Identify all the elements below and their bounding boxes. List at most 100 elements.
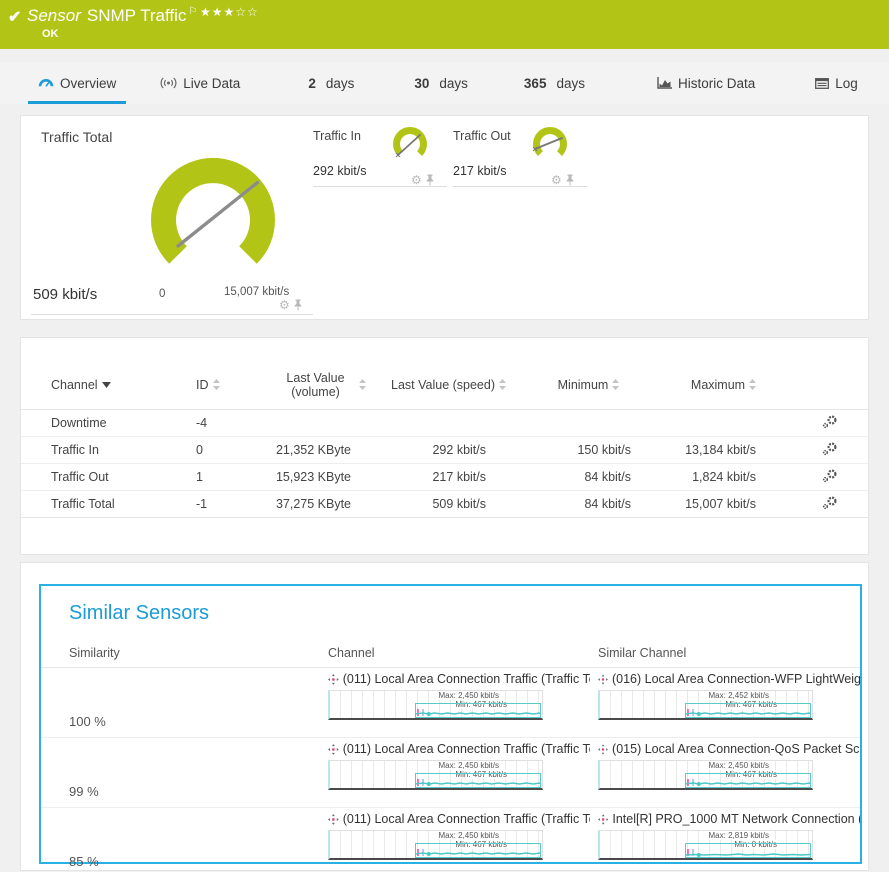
similar-channel-mini-graph[interactable]: Max: 2,452 kbit/s Min: 467 kbit/s bbox=[598, 690, 813, 720]
channel-settings-icon[interactable] bbox=[822, 415, 838, 429]
similar-sensor-row: 100 % (011) Local Area Connection Traffi… bbox=[41, 668, 860, 738]
tab-historic-data[interactable]: Historic Data bbox=[647, 62, 765, 104]
move-crosshair-icon[interactable] bbox=[328, 814, 339, 825]
pin-icon[interactable] bbox=[426, 174, 434, 186]
similar-sensors-header: Similarity Channel Similar Channel bbox=[41, 642, 860, 668]
tab-2-days[interactable]: 2 days bbox=[298, 62, 364, 104]
traffic-in-gauge[interactable] bbox=[387, 124, 435, 170]
flag-icon[interactable]: ⚐ bbox=[188, 6, 197, 17]
tab-overview-label: Overview bbox=[60, 76, 116, 91]
channel-link[interactable]: (011) Local Area Connection Traffic (Tra… bbox=[328, 672, 590, 686]
tab-365-days[interactable]: 365 days bbox=[514, 62, 595, 104]
channel-settings-icon[interactable] bbox=[822, 496, 838, 510]
col-header-speed[interactable]: Last Value (speed) bbox=[381, 378, 516, 392]
col-header-volume[interactable]: Last Value (volume) bbox=[261, 371, 381, 399]
traffic-out-gauge[interactable] bbox=[527, 124, 575, 170]
channel-gear-icon[interactable]: ⚙ bbox=[411, 174, 422, 186]
similar-channel-link[interactable]: (015) Local Area Connection-QoS Packet S… bbox=[598, 742, 860, 756]
table-row-traffic-in: Traffic In 0 21,352 KByte 292 kbit/s 150… bbox=[21, 437, 868, 464]
tab-overview[interactable]: Overview bbox=[28, 62, 126, 104]
graph-line bbox=[415, 778, 540, 787]
sensor-header: ✔ SensorSNMP Traffic⚐ ★★★☆☆ OK bbox=[0, 0, 889, 49]
stars-filled: ★★★ bbox=[200, 5, 235, 19]
channel-link[interactable]: (011) Local Area Connection Traffic (Tra… bbox=[328, 742, 590, 756]
table-row-traffic-out: Traffic Out 1 15,923 KByte 217 kbit/s 84… bbox=[21, 464, 868, 491]
channel-mini-graph[interactable]: Max: 2,450 kbit/s Min: 467 kbit/s bbox=[328, 830, 543, 860]
sensor-title-line: SensorSNMP Traffic⚐ bbox=[27, 6, 197, 26]
gauges-panel: Traffic Total 509 kbit/s 0 15,007 kbit/s… bbox=[20, 115, 869, 320]
traffic-out-value: 217 kbit/s bbox=[453, 164, 507, 178]
channel-gear-icon[interactable]: ⚙ bbox=[279, 299, 290, 311]
similar-sensors-title: Similar Sensors bbox=[69, 602, 209, 625]
similar-channel-mini-graph[interactable]: Max: 2,819 kbit/s Min: 0 kbit/s bbox=[598, 830, 813, 860]
move-crosshair-icon[interactable] bbox=[598, 674, 608, 685]
sort-icon bbox=[749, 379, 756, 390]
similar-channel-link[interactable]: (016) Local Area Connection-WFP LightWei… bbox=[598, 672, 860, 686]
pin-icon[interactable] bbox=[566, 174, 574, 186]
table-row-downtime: Downtime -4 bbox=[21, 410, 868, 437]
col-header-similarity: Similarity bbox=[69, 646, 120, 660]
col-header-maximum[interactable]: Maximum bbox=[661, 378, 786, 392]
divider bbox=[313, 186, 447, 187]
tab-2-days-word: days bbox=[326, 76, 355, 91]
pin-icon[interactable] bbox=[294, 299, 302, 311]
sort-icon bbox=[213, 379, 220, 390]
gauge-needle bbox=[178, 183, 258, 247]
similar-channel-link[interactable]: Intel[R] PRO_1000 MT Network Connection … bbox=[598, 812, 860, 826]
tab-30-days-word: days bbox=[439, 76, 468, 91]
live-data-icon bbox=[160, 77, 177, 89]
tab-log[interactable]: Log bbox=[805, 62, 868, 104]
gauge-scale-min: 0 bbox=[159, 288, 165, 300]
sort-icon bbox=[359, 379, 366, 390]
move-crosshair-icon[interactable] bbox=[598, 744, 608, 755]
sort-icon bbox=[499, 379, 506, 390]
col-header-minimum[interactable]: Minimum bbox=[516, 378, 661, 392]
graph-line bbox=[685, 708, 810, 717]
channel-gear-icon[interactable]: ⚙ bbox=[551, 174, 562, 186]
graph-line bbox=[415, 848, 540, 857]
traffic-in-label: Traffic In bbox=[313, 129, 361, 143]
similar-sensor-row: 85 % (011) Local Area Connection Traffic… bbox=[41, 808, 860, 872]
tab-30-days-number: 30 bbox=[414, 76, 429, 91]
log-icon bbox=[815, 78, 829, 89]
move-crosshair-icon[interactable] bbox=[598, 814, 608, 825]
tab-historic-data-label: Historic Data bbox=[678, 76, 755, 91]
channel-mini-graph[interactable]: Max: 2,450 kbit/s Min: 467 kbit/s bbox=[328, 690, 543, 720]
tab-30-days[interactable]: 30 days bbox=[404, 62, 478, 104]
traffic-total-gauge[interactable] bbox=[131, 142, 301, 292]
move-crosshair-icon[interactable] bbox=[328, 744, 339, 755]
graph-line bbox=[685, 778, 810, 787]
move-crosshair-icon[interactable] bbox=[328, 674, 339, 685]
channel-table-header: Channel ID Last Value (volume) Last Valu… bbox=[21, 360, 868, 410]
similarity-value: 99 % bbox=[69, 784, 99, 799]
channel-name: Traffic In bbox=[51, 443, 171, 457]
col-header-id[interactable]: ID bbox=[171, 378, 261, 392]
tab-log-label: Log bbox=[835, 76, 858, 91]
channel-link[interactable]: (011) Local Area Connection Traffic (Tra… bbox=[328, 812, 590, 826]
tab-live-data-label: Live Data bbox=[183, 76, 240, 91]
tab-365-days-number: 365 bbox=[524, 76, 547, 91]
traffic-in-cell: Traffic In 292 kbit/s ⚙ bbox=[313, 116, 453, 321]
table-row-traffic-total: Traffic Total -1 37,275 KByte 509 kbit/s… bbox=[21, 491, 868, 518]
channel-settings-icon[interactable] bbox=[822, 469, 838, 483]
similar-channel-mini-graph[interactable]: Max: 2,450 kbit/s Min: 467 kbit/s bbox=[598, 760, 813, 790]
channel-name: Traffic Out bbox=[51, 470, 171, 484]
sort-icon bbox=[612, 379, 619, 390]
tab-2-days-number: 2 bbox=[308, 76, 316, 91]
traffic-total-label: Traffic Total bbox=[41, 129, 112, 145]
col-header-channel[interactable]: Channel bbox=[51, 378, 171, 392]
tab-365-days-word: days bbox=[556, 76, 585, 91]
graph-line bbox=[415, 708, 540, 717]
similarity-value: 85 % bbox=[69, 854, 99, 869]
channel-table: Channel ID Last Value (volume) Last Valu… bbox=[21, 360, 868, 518]
historic-chart-icon bbox=[657, 77, 672, 89]
channel-settings-icon[interactable] bbox=[822, 442, 838, 456]
sort-desc-icon bbox=[102, 382, 111, 388]
priority-stars[interactable]: ★★★☆☆ bbox=[200, 5, 259, 19]
col-header-similar-channel: Similar Channel bbox=[598, 646, 686, 660]
tab-live-data[interactable]: Live Data bbox=[150, 62, 250, 104]
col-header-channel: Channel bbox=[328, 646, 375, 660]
similar-sensors-box: Similar Sensors Similarity Channel Simil… bbox=[39, 584, 862, 864]
sensor-kind-label: Sensor bbox=[27, 6, 81, 25]
channel-mini-graph[interactable]: Max: 2,450 kbit/s Min: 467 kbit/s bbox=[328, 760, 543, 790]
